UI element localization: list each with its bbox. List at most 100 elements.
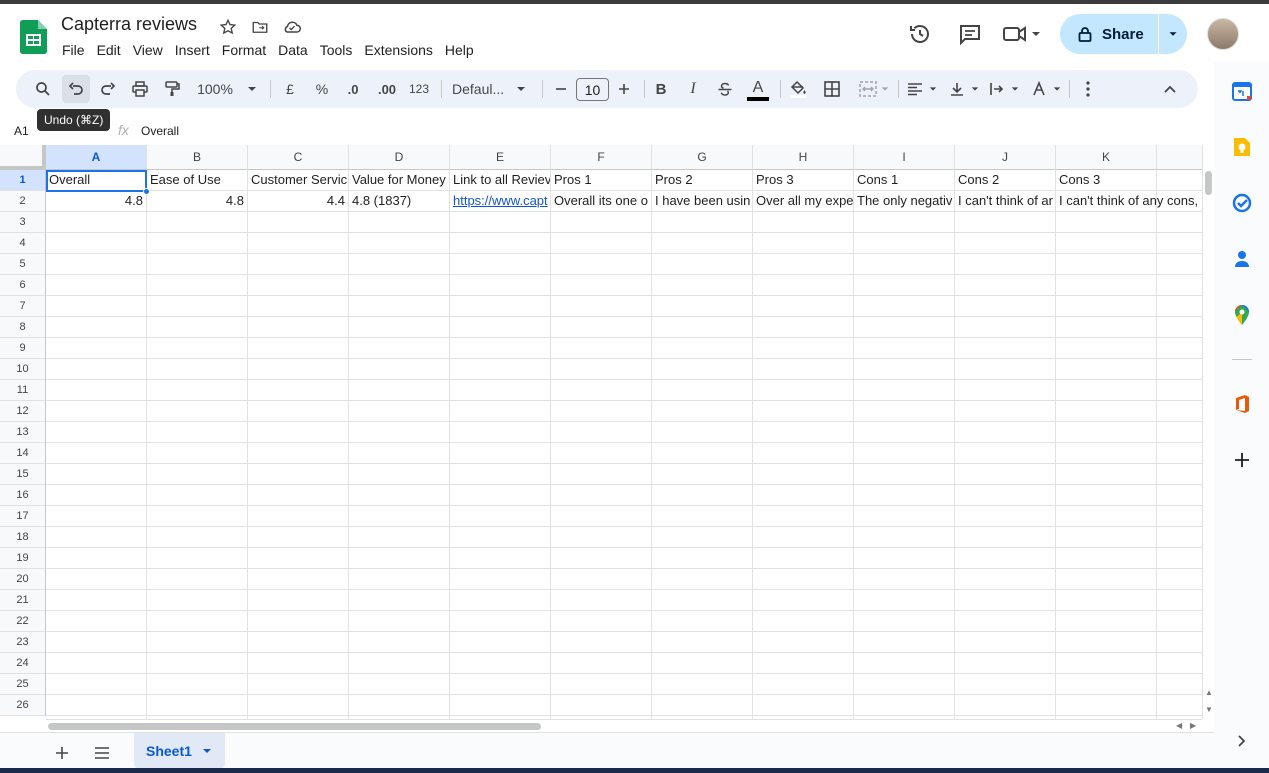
row-header-26[interactable]: 26 (0, 695, 46, 716)
cell-j2[interactable]: I can't think of ar (955, 191, 1055, 211)
scroll-down-arrow[interactable]: ▼ (1205, 705, 1213, 714)
text-wrapping-icon[interactable] (986, 70, 1022, 108)
decrease-font-size-button[interactable] (551, 70, 571, 108)
column-header-a[interactable]: A (46, 145, 147, 170)
row-header-4[interactable]: 4 (0, 233, 46, 254)
strikethrough-icon[interactable] (714, 70, 736, 108)
bold-button[interactable]: B (650, 70, 672, 108)
row-header-11[interactable]: 11 (0, 380, 46, 401)
cell-h2[interactable]: Over all my expe (753, 191, 853, 211)
increase-decimal-button[interactable]: .00 (374, 70, 400, 108)
column-header-k[interactable]: K (1056, 145, 1157, 170)
keep-icon[interactable] (1231, 136, 1253, 158)
column-header-j[interactable]: J (955, 145, 1056, 170)
redo-icon[interactable] (97, 70, 119, 108)
cell-h1[interactable]: Pros 3 (753, 170, 853, 190)
row-header-3[interactable]: 3 (0, 212, 46, 233)
scroll-right-arrow[interactable]: ▶ (1190, 721, 1196, 730)
cell-c1[interactable]: Customer Servic (248, 170, 348, 190)
menu-view[interactable]: View (133, 41, 169, 59)
cell-b2[interactable]: 4.8 (147, 191, 247, 211)
cell-i2[interactable]: The only negativ (854, 191, 954, 211)
column-header-i[interactable]: I (854, 145, 955, 170)
contacts-icon[interactable] (1231, 248, 1253, 270)
column-header-e[interactable]: E (450, 145, 551, 170)
row-header-25[interactable]: 25 (0, 674, 46, 695)
maps-icon[interactable] (1231, 304, 1253, 326)
menu-insert[interactable]: Insert (175, 41, 216, 59)
fill-handle[interactable] (143, 188, 150, 195)
cloud-saved-icon[interactable] (281, 16, 303, 38)
meet-button[interactable] (1002, 23, 1044, 45)
row-header-7[interactable]: 7 (0, 296, 46, 317)
menu-file[interactable]: File (62, 41, 91, 59)
menu-edit[interactable]: Edit (97, 41, 127, 59)
decrease-decimal-button[interactable]: .0 (342, 70, 364, 108)
get-addons-icon[interactable] (1231, 449, 1253, 471)
horizontal-scroll-thumb[interactable] (48, 723, 541, 730)
undo-icon[interactable] (65, 70, 87, 108)
cell-d1[interactable]: Value for Money (349, 170, 449, 190)
cell-k1[interactable]: Cons 3 (1056, 170, 1202, 190)
cell-j1[interactable]: Cons 2 (955, 170, 1055, 190)
row-header-23[interactable]: 23 (0, 632, 46, 653)
name-box[interactable]: A1 (14, 124, 29, 138)
row-header-13[interactable]: 13 (0, 422, 46, 443)
column-header-c[interactable]: C (248, 145, 349, 170)
comments-icon[interactable] (950, 14, 990, 54)
cell-k2[interactable]: I can't think of any cons, (1056, 191, 1202, 211)
show-side-panel-icon[interactable] (1231, 730, 1253, 752)
cell-f1[interactable]: Pros 1 (551, 170, 651, 190)
scroll-up-arrow[interactable]: ▲ (1205, 688, 1213, 697)
menu-extensions[interactable]: Extensions (364, 41, 438, 59)
vertical-scrollbar[interactable]: ▲ ▼ (1202, 145, 1214, 719)
share-dropdown[interactable] (1159, 14, 1187, 54)
text-rotation-icon[interactable] (1028, 70, 1064, 108)
cell-e1[interactable]: Link to all Reviev (450, 170, 550, 190)
row-header-20[interactable]: 20 (0, 569, 46, 590)
row-header-8[interactable]: 8 (0, 317, 46, 338)
collapse-menus-icon[interactable] (1159, 70, 1181, 108)
spreadsheet-grid[interactable]: A B C D E F G H I J K 1 2 3 4 5 6 7 8 9 10 11 12 13 14 15 16 17 18 19… (0, 145, 1202, 719)
account-avatar[interactable] (1206, 18, 1239, 50)
star-icon[interactable] (217, 16, 239, 38)
print-icon[interactable] (129, 70, 151, 108)
all-sheets-icon[interactable] (88, 739, 116, 767)
menu-format[interactable]: Format (222, 41, 272, 59)
formula-input[interactable]: Overall (141, 124, 179, 138)
row-header-14[interactable]: 14 (0, 443, 46, 464)
cell-g1[interactable]: Pros 2 (652, 170, 752, 190)
menu-tools[interactable]: Tools (320, 41, 359, 59)
version-history-icon[interactable] (900, 14, 940, 54)
cell-e2[interactable]: https://www.capt (450, 191, 550, 211)
row-header-19[interactable]: 19 (0, 548, 46, 569)
row-header-9[interactable]: 9 (0, 338, 46, 359)
font-size-input[interactable]: 10 (576, 78, 609, 101)
search-menus-icon[interactable] (32, 70, 54, 108)
row-header-1[interactable]: 1 (0, 170, 46, 191)
vertical-align-icon[interactable] (946, 70, 982, 108)
row-header-5[interactable]: 5 (0, 254, 46, 275)
column-header-partial[interactable] (1157, 145, 1202, 170)
tasks-icon[interactable] (1231, 192, 1253, 214)
scroll-left-arrow[interactable]: ◀ (1176, 721, 1182, 730)
increase-font-size-button[interactable] (614, 70, 634, 108)
row-header-16[interactable]: 16 (0, 485, 46, 506)
percent-format-button[interactable]: % (311, 70, 333, 108)
merge-cells-icon[interactable] (856, 70, 892, 108)
menu-data[interactable]: Data (278, 41, 314, 59)
sheets-logo-icon[interactable] (20, 20, 47, 54)
text-color-button[interactable]: A (746, 70, 770, 108)
cell-a2[interactable]: 4.8 (46, 191, 146, 211)
cell-f2[interactable]: Overall its one o (551, 191, 651, 211)
column-header-d[interactable]: D (349, 145, 450, 170)
row-header-18[interactable]: 18 (0, 527, 46, 548)
horizontal-align-icon[interactable] (904, 70, 940, 108)
column-header-g[interactable]: G (652, 145, 753, 170)
calendar-icon[interactable] (1231, 80, 1253, 102)
column-header-f[interactable]: F (551, 145, 652, 170)
paint-format-icon[interactable] (161, 70, 183, 108)
cell-i1[interactable]: Cons 1 (854, 170, 954, 190)
add-sheet-icon[interactable] (48, 739, 76, 767)
row-header-6[interactable]: 6 (0, 275, 46, 296)
